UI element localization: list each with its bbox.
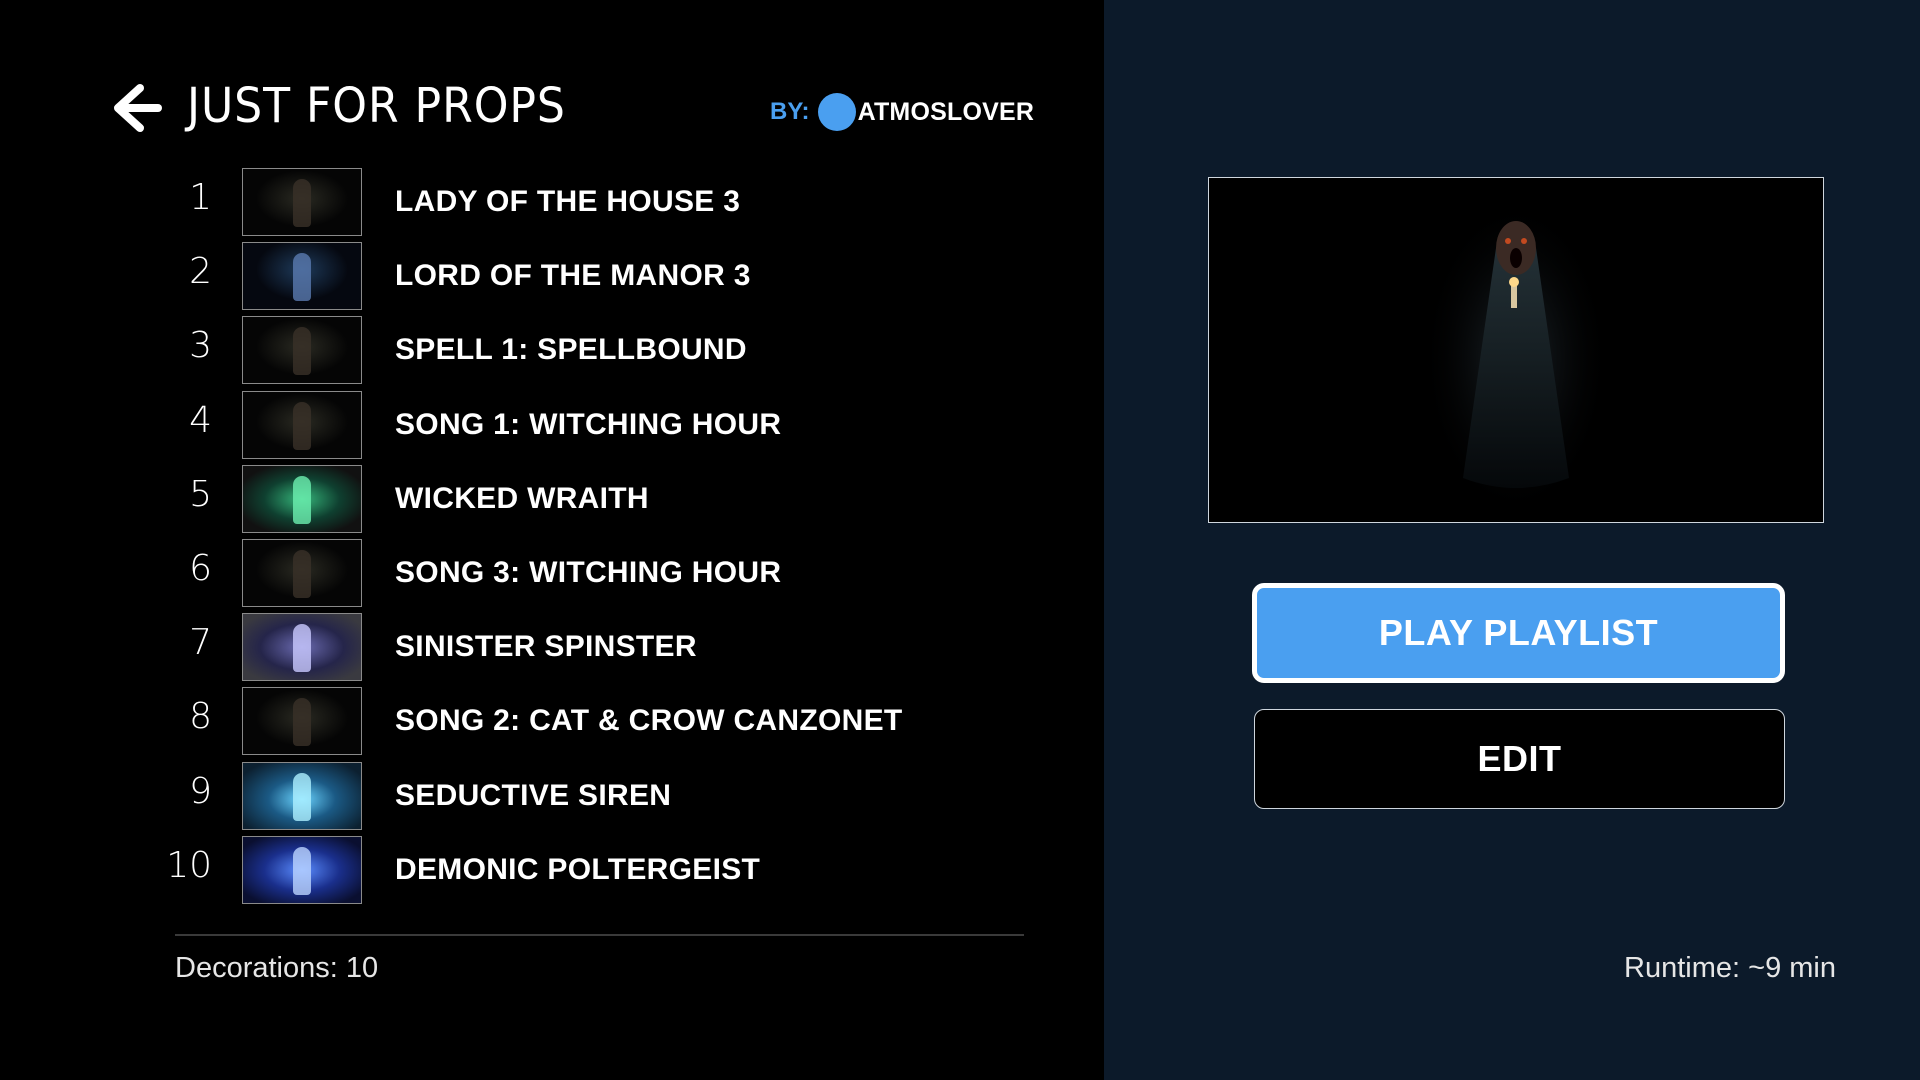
track-thumbnail[interactable] [242,538,362,607]
by-label: BY: [770,98,810,125]
track-list: 1 LADY OF THE HOUSE 3 2 LORD OF THE MANOR 3… [160,168,1020,910]
track-number: 6 [189,547,212,589]
thumbnail-figure [293,846,311,895]
track-number: 9 [189,770,212,812]
edit-label: EDIT [1477,738,1562,779]
thumbnail-figure [293,253,311,302]
track-title[interactable]: WICKED WRAITH [395,479,649,519]
thumbnail-figure [293,401,311,450]
track-number: 1 [189,177,212,218]
track-title[interactable]: LADY OF THE HOUSE 3 [395,182,740,222]
track-thumbnail[interactable] [242,613,362,682]
track-thumbnail[interactable] [242,464,362,533]
track-row[interactable]: 9 SEDUCTIVE SIREN [160,761,1020,836]
thumbnail-figure [293,624,311,673]
thumbnail-figure [293,698,311,747]
track-title[interactable]: LORD OF THE MANOR 3 [395,256,751,296]
track-title[interactable]: SONG 1: WITCHING HOUR [395,405,781,445]
playlist-author: BY: ATMOSLOVER [770,92,1034,132]
arrow-left-icon[interactable] [110,82,162,134]
play-playlist-label: PLAY PLAYLIST [1378,612,1659,653]
runtime-estimate: Runtime: ~9 min [1624,952,1836,984]
video-preview [1208,177,1824,523]
track-number: 2 [189,251,212,293]
track-thumbnail[interactable] [242,761,362,830]
track-row[interactable]: 1 LADY OF THE HOUSE 3 [160,168,1020,242]
track-number: 8 [189,696,212,738]
track-title[interactable]: SEDUCTIVE SIREN [395,776,671,816]
track-thumbnail[interactable] [242,835,362,904]
track-number: 10 [166,844,212,886]
avatar[interactable] [817,93,856,131]
track-title[interactable]: SONG 3: WITCHING HOUR [395,553,781,593]
page-title: JUST FOR PROPS [187,78,566,134]
track-thumbnail[interactable] [242,316,362,385]
author-name[interactable]: ATMOSLOVER [858,98,1035,127]
thumbnail-figure [293,549,311,598]
track-number: 7 [189,622,212,664]
track-thumbnail[interactable] [242,390,362,459]
edit-button[interactable]: EDIT [1254,709,1785,809]
track-row[interactable]: 3 SPELL 1: SPELLBOUND [160,316,1020,390]
track-title[interactable]: DEMONIC POLTERGEIST [395,850,760,890]
track-number: 4 [189,399,212,441]
thumbnail-figure [293,179,311,227]
preview-figure [1421,198,1611,518]
track-number: 3 [189,325,212,367]
play-playlist-button[interactable]: PLAY PLAYLIST [1252,583,1785,683]
track-thumbnail[interactable] [242,687,362,756]
track-row[interactable]: 7 SINISTER SPINSTER [160,613,1020,687]
thumbnail-figure [293,772,311,821]
track-title[interactable]: SINISTER SPINSTER [395,627,697,667]
track-title[interactable]: SPELL 1: SPELLBOUND [395,330,747,370]
track-row[interactable]: 4 SONG 1: WITCHING HOUR [160,390,1020,465]
thumbnail-figure [293,327,311,376]
track-thumbnail[interactable] [242,242,362,311]
thumbnail-figure [293,475,311,524]
track-row[interactable]: 8 SONG 2: CAT & CROW CANZONET [160,687,1020,761]
decorations-count: Decorations: 10 [175,952,379,984]
divider [175,934,1024,936]
track-row[interactable]: 10 DEMONIC POLTERGEIST [160,835,1020,910]
track-row[interactable]: 2 LORD OF THE MANOR 3 [160,242,1020,316]
preview-panel [1104,0,1920,1080]
track-row[interactable]: 6 SONG 3: WITCHING HOUR [160,538,1020,613]
track-thumbnail[interactable] [242,168,362,236]
track-row[interactable]: 5 WICKED WRAITH [160,464,1020,539]
track-number: 5 [189,473,212,515]
track-title[interactable]: SONG 2: CAT & CROW CANZONET [395,701,903,741]
